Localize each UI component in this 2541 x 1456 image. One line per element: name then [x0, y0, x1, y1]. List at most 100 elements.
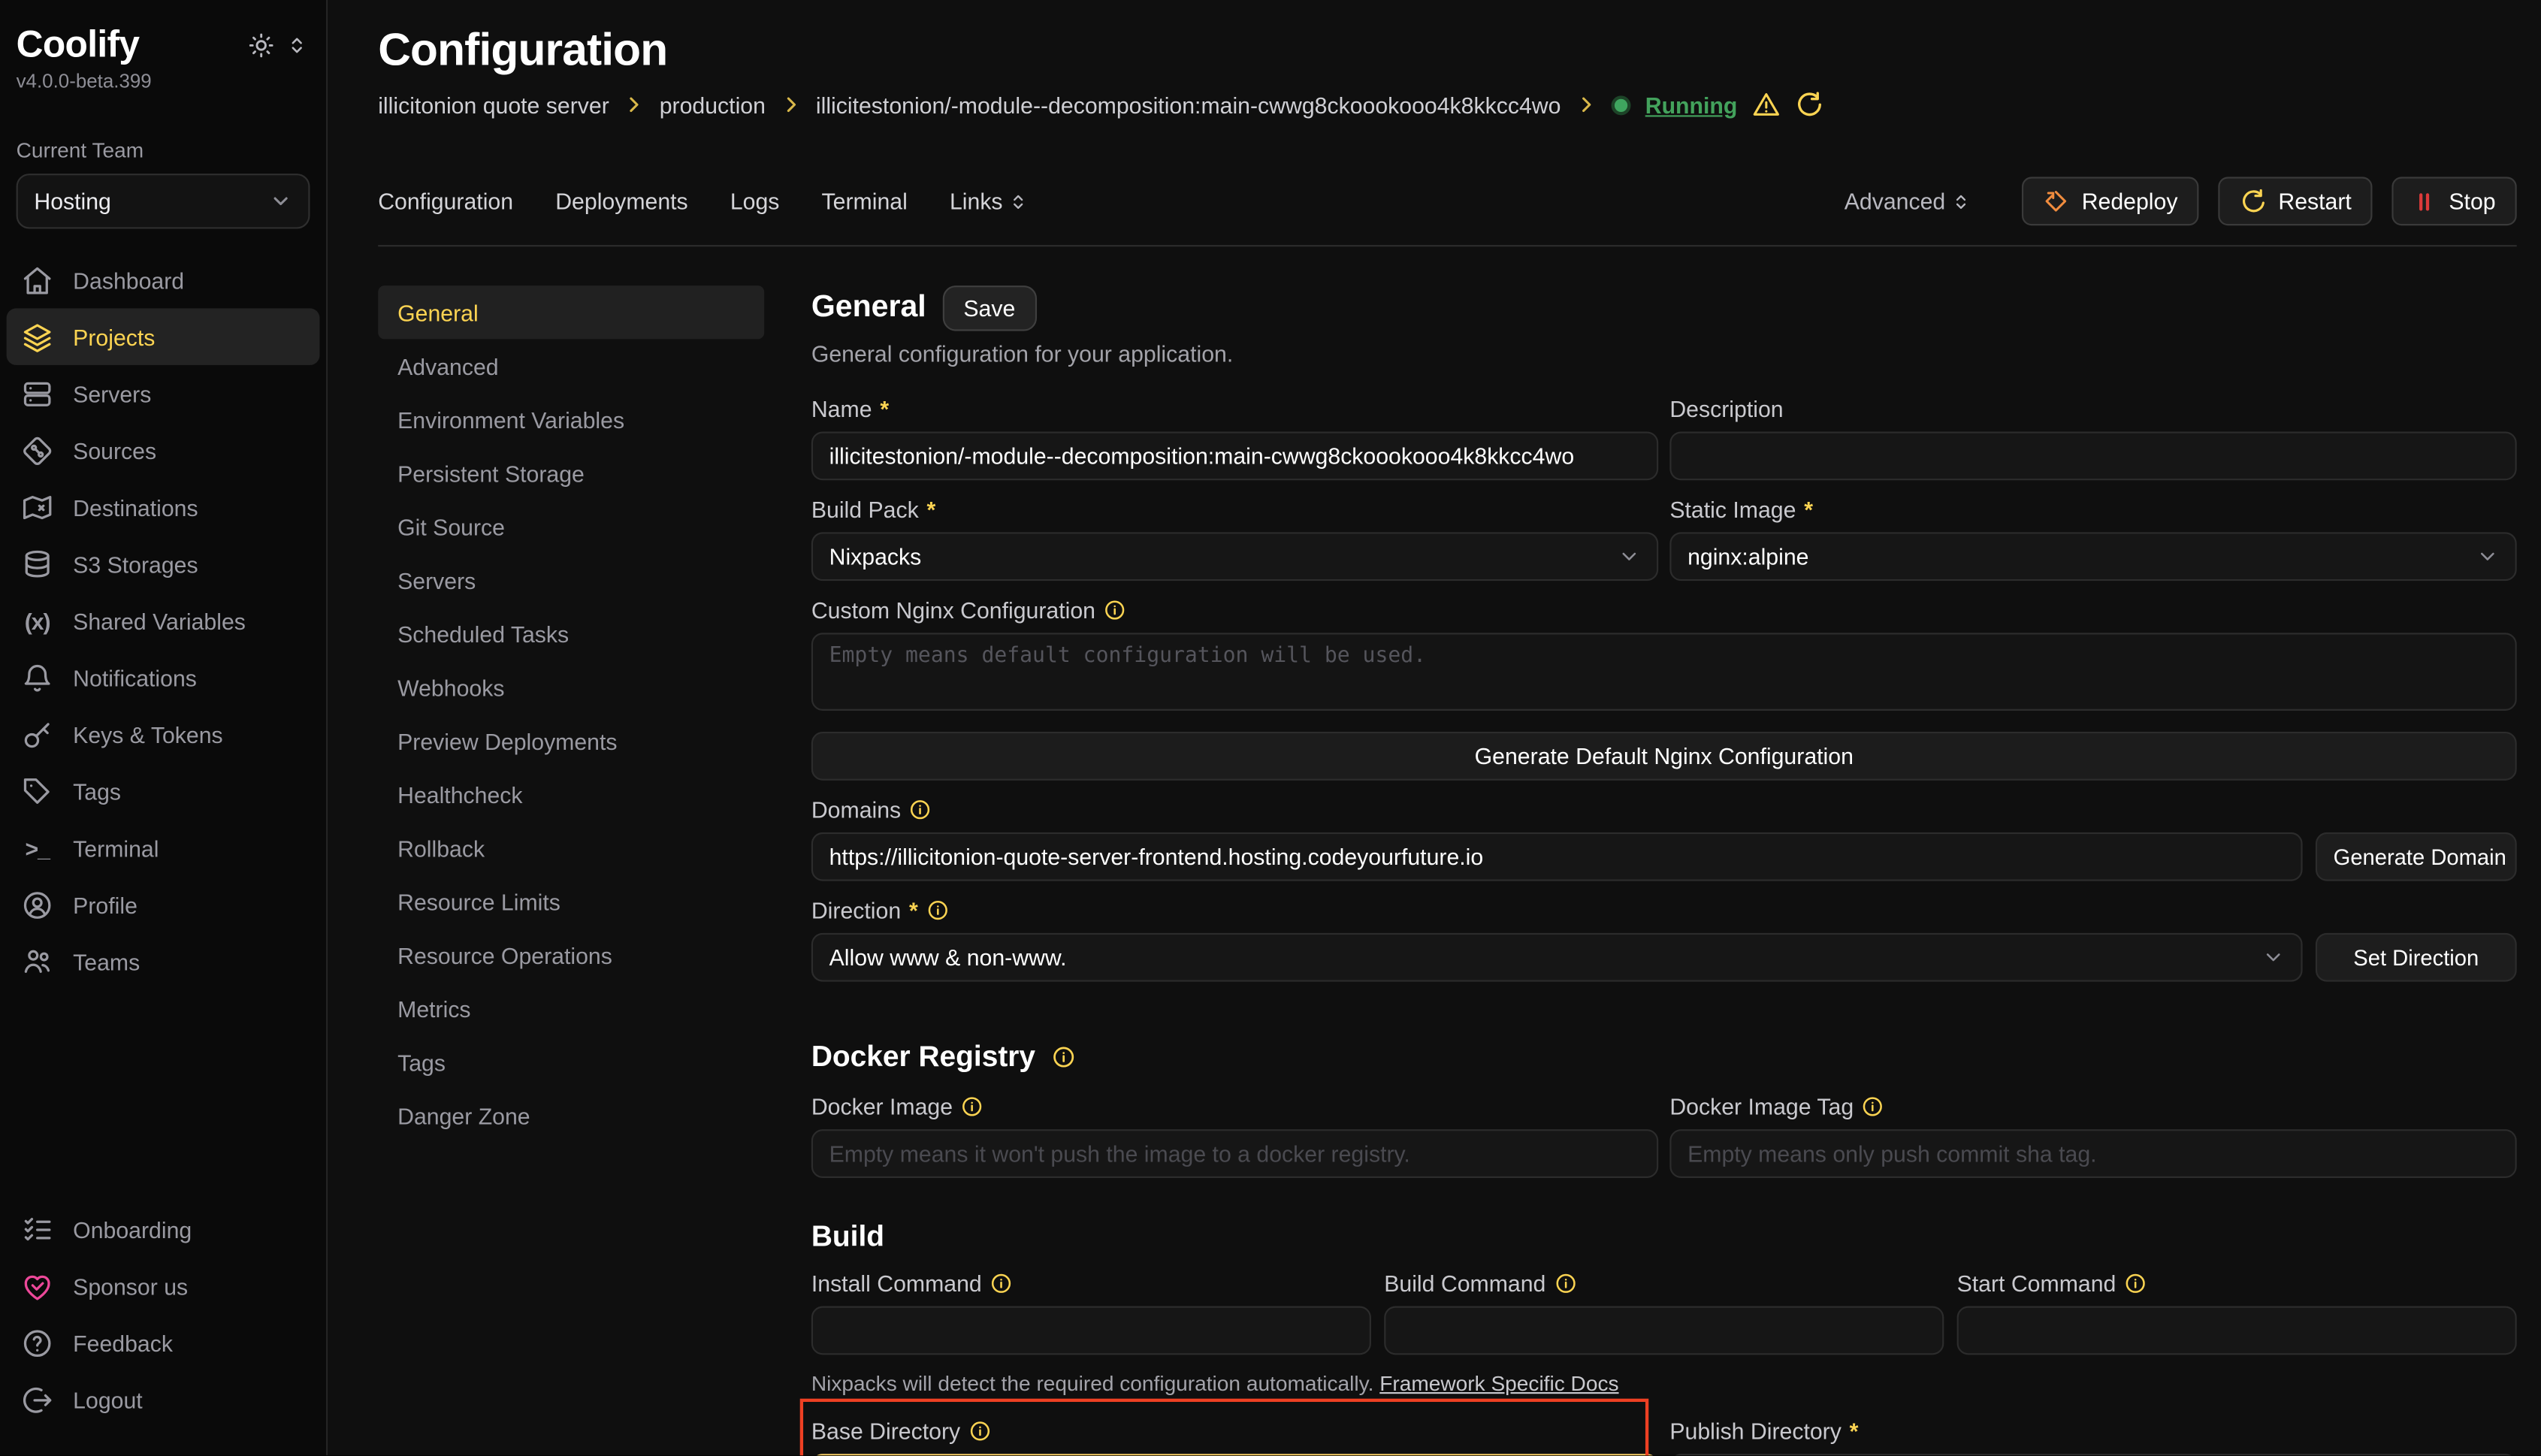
- chevrons-up-down-icon[interactable]: [287, 33, 307, 56]
- sidebar-item-sources[interactable]: Sources: [0, 422, 326, 479]
- info-icon[interactable]: [1052, 1045, 1076, 1069]
- sidebar-item-servers[interactable]: Servers: [0, 365, 326, 422]
- info-icon[interactable]: [1862, 1095, 1884, 1118]
- docker-image-label: Docker Image: [811, 1094, 953, 1120]
- docker-image-input[interactable]: [811, 1129, 1658, 1178]
- nginx-config-textarea[interactable]: [811, 633, 2517, 711]
- sidebar-item-projects[interactable]: Projects: [7, 308, 320, 365]
- generate-domain-button[interactable]: Generate Domain: [2316, 832, 2517, 881]
- subnav-item-general[interactable]: General: [378, 285, 764, 339]
- direction-select[interactable]: Allow www & non-www.: [811, 933, 2303, 982]
- team-select[interactable]: Hosting: [17, 174, 310, 228]
- logout-icon: [21, 1383, 53, 1415]
- description-input[interactable]: [1669, 431, 2516, 480]
- generate-nginx-button[interactable]: Generate Default Nginx Configuration: [811, 732, 2517, 781]
- subnav-item-metrics[interactable]: Metrics: [378, 982, 764, 1035]
- static-image-select[interactable]: nginx:alpine: [1669, 532, 2516, 581]
- tab-links[interactable]: Links: [950, 189, 1027, 215]
- framework-docs-link[interactable]: Framework Specific Docs: [1379, 1371, 1618, 1395]
- breadcrumb-item[interactable]: production: [660, 92, 766, 118]
- restart-button[interactable]: Restart: [2218, 177, 2372, 225]
- sidebar-item-logout[interactable]: Logout: [0, 1371, 326, 1428]
- required-asterisk: *: [1804, 497, 1813, 523]
- subnav-item-rollback[interactable]: Rollback: [378, 821, 764, 875]
- subnav-item-environment-variables[interactable]: Environment Variables: [378, 393, 764, 446]
- info-icon[interactable]: [2124, 1272, 2147, 1294]
- info-icon[interactable]: [990, 1272, 1013, 1294]
- nixpacks-helper-text: Nixpacks will detect the required config…: [811, 1371, 1374, 1395]
- subnav-item-danger-zone[interactable]: Danger Zone: [378, 1089, 764, 1142]
- subnav-item-tags[interactable]: Tags: [378, 1035, 764, 1089]
- subnav-item-servers[interactable]: Servers: [378, 553, 764, 606]
- sidebar-item-dashboard[interactable]: Dashboard: [0, 252, 326, 309]
- subnav-item-resource-operations[interactable]: Resource Operations: [378, 928, 764, 981]
- domains-input[interactable]: [811, 832, 2303, 881]
- set-direction-button[interactable]: Set Direction: [2316, 933, 2517, 982]
- subnav-item-scheduled-tasks[interactable]: Scheduled Tasks: [378, 607, 764, 660]
- install-command-label: Install Command: [811, 1270, 982, 1297]
- sidebar-item-onboarding[interactable]: Onboarding: [0, 1201, 326, 1258]
- build-pack-select[interactable]: Nixpacks: [811, 532, 1658, 581]
- install-command-input[interactable]: [811, 1306, 1371, 1355]
- tab-deployments[interactable]: Deployments: [555, 189, 687, 215]
- subnav-item-advanced[interactable]: Advanced: [378, 339, 764, 392]
- docker-image-tag-input[interactable]: [1669, 1129, 2516, 1178]
- tab-configuration[interactable]: Configuration: [378, 189, 513, 215]
- warning-icon[interactable]: [1752, 91, 1780, 119]
- breadcrumb-item[interactable]: illicitestonion/-module--decomposition:m…: [816, 92, 1561, 118]
- sidebar-item-notifications[interactable]: Notifications: [0, 649, 326, 706]
- build-command-input[interactable]: [1384, 1306, 1944, 1355]
- stop-button[interactable]: Stop: [2392, 177, 2517, 225]
- sidebar-item-label: Logout: [73, 1386, 142, 1412]
- sidebar-item-s3-storages[interactable]: S3 Storages: [0, 536, 326, 593]
- info-icon[interactable]: [909, 799, 932, 821]
- publish-directory-input[interactable]: [1669, 1454, 2516, 1455]
- tab-logs[interactable]: Logs: [730, 189, 780, 215]
- refresh-icon[interactable]: [1794, 91, 1822, 119]
- info-icon[interactable]: [968, 1420, 991, 1442]
- breadcrumb-item[interactable]: illicitonion quote server: [378, 92, 609, 118]
- name-input[interactable]: [811, 431, 1658, 480]
- sidebar-item-teams[interactable]: Teams: [0, 933, 326, 990]
- advanced-dropdown[interactable]: Advanced: [1845, 189, 1970, 215]
- terminal-icon: >_: [21, 832, 53, 864]
- teams-icon: [21, 945, 53, 977]
- theme-sun-icon[interactable]: [248, 32, 274, 58]
- sidebar-item-feedback[interactable]: Feedback: [0, 1314, 326, 1371]
- subnav-item-git-source[interactable]: Git Source: [378, 500, 764, 553]
- sidebar-item-keys-tokens[interactable]: Keys & Tokens: [0, 705, 326, 763]
- app-logo: Coolify: [17, 23, 140, 66]
- subnav-item-healthcheck[interactable]: Healthcheck: [378, 768, 764, 821]
- subnav-item-persistent-storage[interactable]: Persistent Storage: [378, 446, 764, 500]
- required-asterisk: *: [909, 897, 918, 923]
- app-version: v4.0.0-beta.399: [0, 67, 326, 93]
- info-icon[interactable]: [1554, 1272, 1576, 1294]
- tab-terminal[interactable]: Terminal: [822, 189, 908, 215]
- chevrons-up-down-icon: [1952, 191, 1970, 212]
- base-directory-input[interactable]: [811, 1454, 1658, 1455]
- sidebar-item-profile[interactable]: Profile: [0, 876, 326, 933]
- checklist-icon: [21, 1213, 53, 1245]
- button-label: Stop: [2449, 189, 2495, 215]
- status-running-link[interactable]: Running: [1645, 92, 1738, 118]
- info-icon[interactable]: [1104, 599, 1126, 621]
- sidebar-item-sponsor-us[interactable]: Sponsor us: [0, 1258, 326, 1315]
- app-window: { "colors": { "accent_yellow": "#fcd452"…: [0, 0, 2541, 1455]
- sidebar-item-destinations[interactable]: Destinations: [0, 479, 326, 536]
- info-icon[interactable]: [961, 1095, 983, 1118]
- layers-icon: [21, 321, 53, 353]
- tab-bar: Configuration Deployments Logs Terminal Link…: [378, 189, 1027, 215]
- save-button[interactable]: Save: [942, 285, 1036, 331]
- start-command-input[interactable]: [1957, 1306, 2517, 1355]
- sidebar-item-label: Profile: [73, 892, 137, 918]
- info-icon[interactable]: [926, 899, 949, 921]
- subnav-item-webhooks[interactable]: Webhooks: [378, 660, 764, 714]
- subnav-item-preview-deployments[interactable]: Preview Deployments: [378, 714, 764, 767]
- sidebar-item-label: Onboarding: [73, 1216, 192, 1243]
- sidebar-item-tags[interactable]: Tags: [0, 763, 326, 820]
- direction-value: Allow www & non-www.: [829, 944, 1067, 971]
- redeploy-button[interactable]: Redeploy: [2022, 177, 2199, 225]
- sidebar-item-shared-variables[interactable]: (x)Shared Variables: [0, 592, 326, 649]
- sidebar-item-terminal[interactable]: >_Terminal: [0, 820, 326, 877]
- subnav-item-resource-limits[interactable]: Resource Limits: [378, 875, 764, 928]
